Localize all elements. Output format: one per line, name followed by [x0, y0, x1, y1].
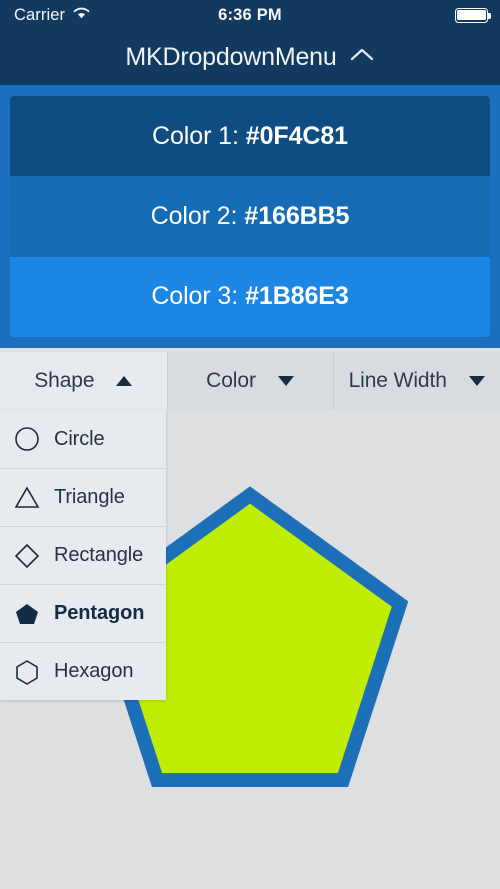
toolbar-button-label: Line Width [348, 369, 447, 392]
shape-item-pentagon[interactable]: Pentagon [0, 584, 166, 642]
circle-icon [12, 426, 42, 452]
triangle-up-icon [116, 376, 133, 386]
shape-item-hexagon[interactable]: Hexagon [0, 642, 166, 700]
app-screen: Circle Triangle Rectangle Pentagon Hexag… [0, 0, 500, 889]
color-row-label: Color 1: [152, 121, 239, 150]
triangle-down-icon [468, 376, 485, 386]
color-row-label: Color 3: [151, 282, 239, 311]
color-row-2[interactable]: Color 2: #166BB5 [10, 176, 490, 257]
battery-full-icon [455, 7, 491, 23]
toolbar-button-color[interactable]: Color [166, 352, 334, 410]
color-row-1[interactable]: Color 1: #0F4C81 [10, 96, 490, 177]
shape-dropdown-list[interactable]: Circle Triangle Rectangle Pentagon Hexag… [0, 410, 166, 700]
color-row-hex: #166BB5 [244, 201, 350, 230]
pentagon-icon [12, 601, 42, 627]
status-bar-time: 6:36 PM [218, 5, 282, 24]
triangle-icon [12, 485, 42, 511]
color-row-hex: #0F4C81 [245, 121, 348, 150]
shape-item-rectangle[interactable]: Rectangle [0, 526, 166, 584]
status-bar-right [455, 0, 491, 30]
hexagon-icon [12, 659, 42, 685]
color-dropdown-panel: Color 1: #0F4C81 Color 2: #166BB5 Color … [0, 74, 500, 348]
status-bar: Carrier 6:36 PM [0, 0, 500, 30]
dropdown-toolbar: Shape Color Line Width [0, 352, 500, 410]
color-row-hex: #1B86E3 [245, 282, 349, 311]
shape-item-label: Hexagon [54, 660, 134, 682]
navigation-bar: MKDropdownMenu [0, 30, 500, 85]
diamond-icon [12, 543, 42, 569]
color-row-3[interactable]: Color 3: #1B86E3 [10, 256, 490, 337]
triangle-down-icon [277, 376, 294, 386]
battery-nub [488, 12, 491, 19]
toolbar-button-label: Shape [34, 369, 95, 392]
toolbar-button-shape[interactable]: Shape [0, 352, 167, 410]
color-row-label: Color 2: [150, 201, 238, 230]
color-dropdown-list: Color 1: #0F4C81 Color 2: #166BB5 Color … [10, 96, 490, 337]
toolbar-button-label: Color [206, 369, 256, 392]
shape-item-circle[interactable]: Circle [0, 410, 166, 468]
battery-level [457, 9, 486, 21]
chevron-up-icon [349, 47, 375, 68]
shape-item-label: Circle [54, 427, 105, 450]
shape-item-triangle[interactable]: Triangle [0, 468, 166, 526]
shape-item-label: Triangle [54, 486, 125, 508]
page-title: MKDropdownMenu [125, 43, 337, 71]
shape-item-label: Rectangle [54, 544, 144, 566]
nav-title-dropdown-button[interactable]: MKDropdownMenu [119, 40, 380, 75]
shape-item-label: Pentagon [54, 602, 145, 624]
toolbar-button-line-width[interactable]: Line Width [333, 352, 500, 410]
